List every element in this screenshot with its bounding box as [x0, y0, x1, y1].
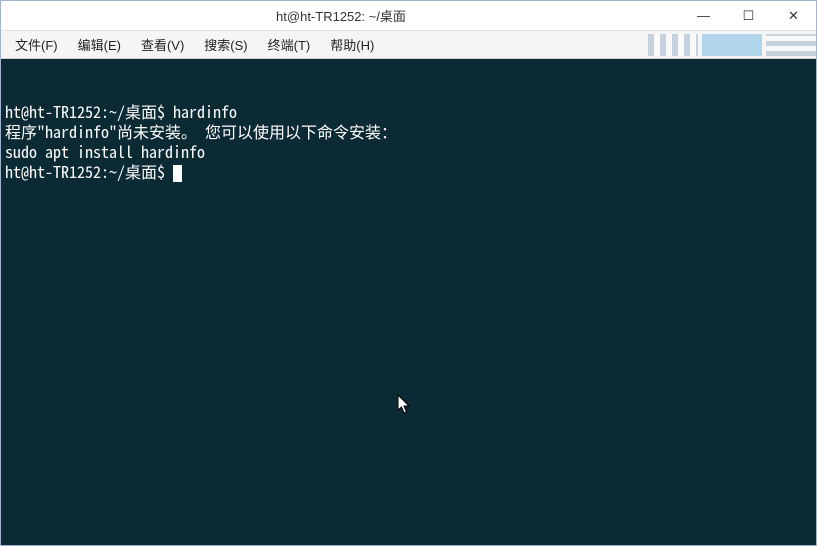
- minimize-button[interactable]: —: [681, 1, 726, 30]
- maximize-button[interactable]: ☐: [726, 1, 771, 30]
- menu-edit[interactable]: 编辑(E): [68, 31, 131, 58]
- decor-pattern-icon: [766, 34, 816, 56]
- window-controls: — ☐ ✕: [681, 1, 816, 30]
- terminal-line: ht@ht-TR1252:~/桌面$ hardinfo: [5, 101, 812, 121]
- menu-help[interactable]: 帮助(H): [320, 31, 384, 58]
- titlebar[interactable]: ht@ht-TR1252: ~/桌面 — ☐ ✕: [1, 1, 816, 31]
- menu-view[interactable]: 查看(V): [131, 31, 194, 58]
- close-icon: ✕: [788, 8, 799, 24]
- terminal-window: ht@ht-TR1252: ~/桌面 — ☐ ✕ 文件(F) 编辑(E) 查看(…: [0, 0, 817, 546]
- window-title: ht@ht-TR1252: ~/桌面: [1, 6, 681, 25]
- menu-search[interactable]: 搜索(S): [194, 31, 257, 58]
- menubar-decoration: [644, 31, 816, 58]
- maximize-icon: ☐: [743, 8, 755, 24]
- menubar: 文件(F) 编辑(E) 查看(V) 搜索(S) 终端(T) 帮助(H): [1, 31, 816, 59]
- terminal-output[interactable]: ht@ht-TR1252:~/桌面$ hardinfo程序"hardinfo"尚…: [1, 59, 816, 545]
- menu-file[interactable]: 文件(F): [5, 31, 68, 58]
- mouse-cursor-icon: [397, 394, 413, 416]
- menu-terminal[interactable]: 终端(T): [258, 31, 321, 58]
- close-button[interactable]: ✕: [771, 1, 816, 30]
- minimize-icon: —: [697, 8, 710, 23]
- terminal-line: sudo apt install hardinfo: [5, 141, 812, 161]
- decor-block-icon: [702, 34, 762, 56]
- decor-pattern-icon: [648, 34, 698, 56]
- shell-prompt: ht@ht-TR1252:~/桌面$: [5, 159, 173, 183]
- terminal-cursor-icon: [173, 165, 182, 182]
- terminal-line: 程序"hardinfo"尚未安装。 您可以使用以下命令安装：: [5, 121, 812, 141]
- terminal-line: ht@ht-TR1252:~/桌面$: [5, 161, 812, 183]
